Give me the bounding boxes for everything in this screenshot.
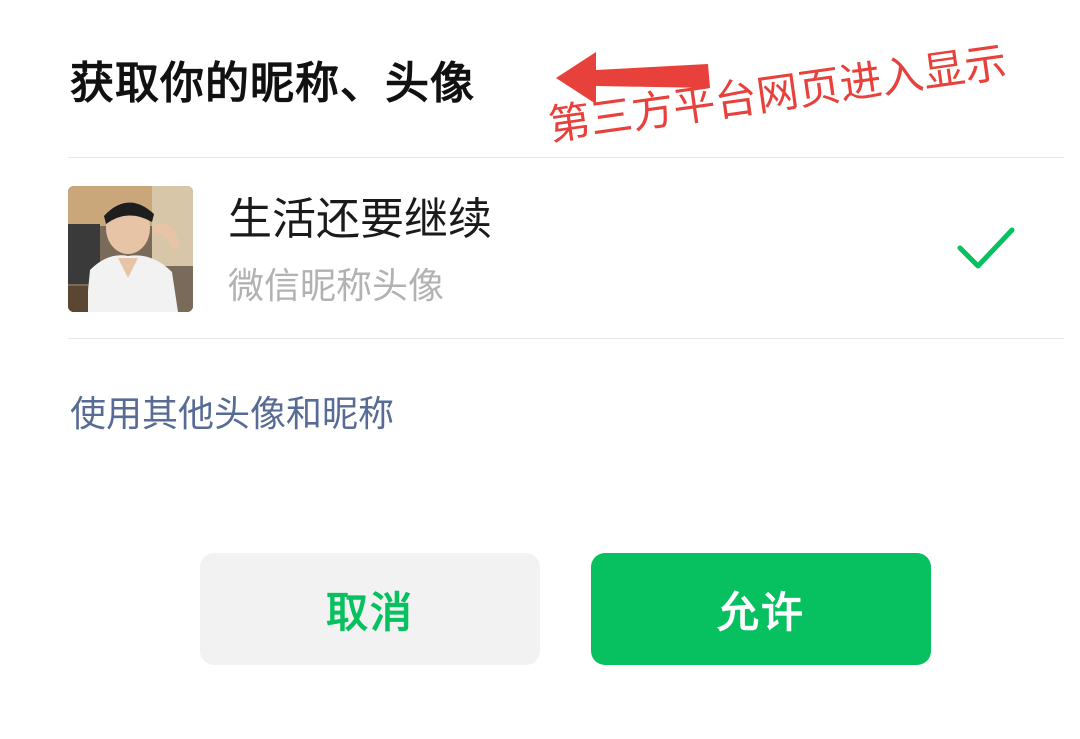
authorization-dialog: 获取你的昵称、头像 第三方平台网页进入显示 生活还要继续 微信昵称头像 使用其他… — [0, 0, 1080, 739]
allow-button[interactable]: 允许 — [591, 553, 931, 665]
nickname: 生活还要继续 — [228, 194, 492, 245]
account-option[interactable]: 生活还要继续 微信昵称头像 — [68, 186, 1064, 312]
divider — [68, 157, 1064, 158]
use-other-avatar-link[interactable]: 使用其他头像和昵称 — [70, 388, 394, 442]
dialog-title: 获取你的昵称、头像 — [70, 58, 475, 109]
account-subtitle: 微信昵称头像 — [228, 266, 445, 307]
check-icon — [957, 227, 1015, 269]
cancel-button[interactable]: 取消 — [200, 553, 540, 665]
avatar — [68, 186, 193, 312]
divider — [68, 338, 1064, 339]
